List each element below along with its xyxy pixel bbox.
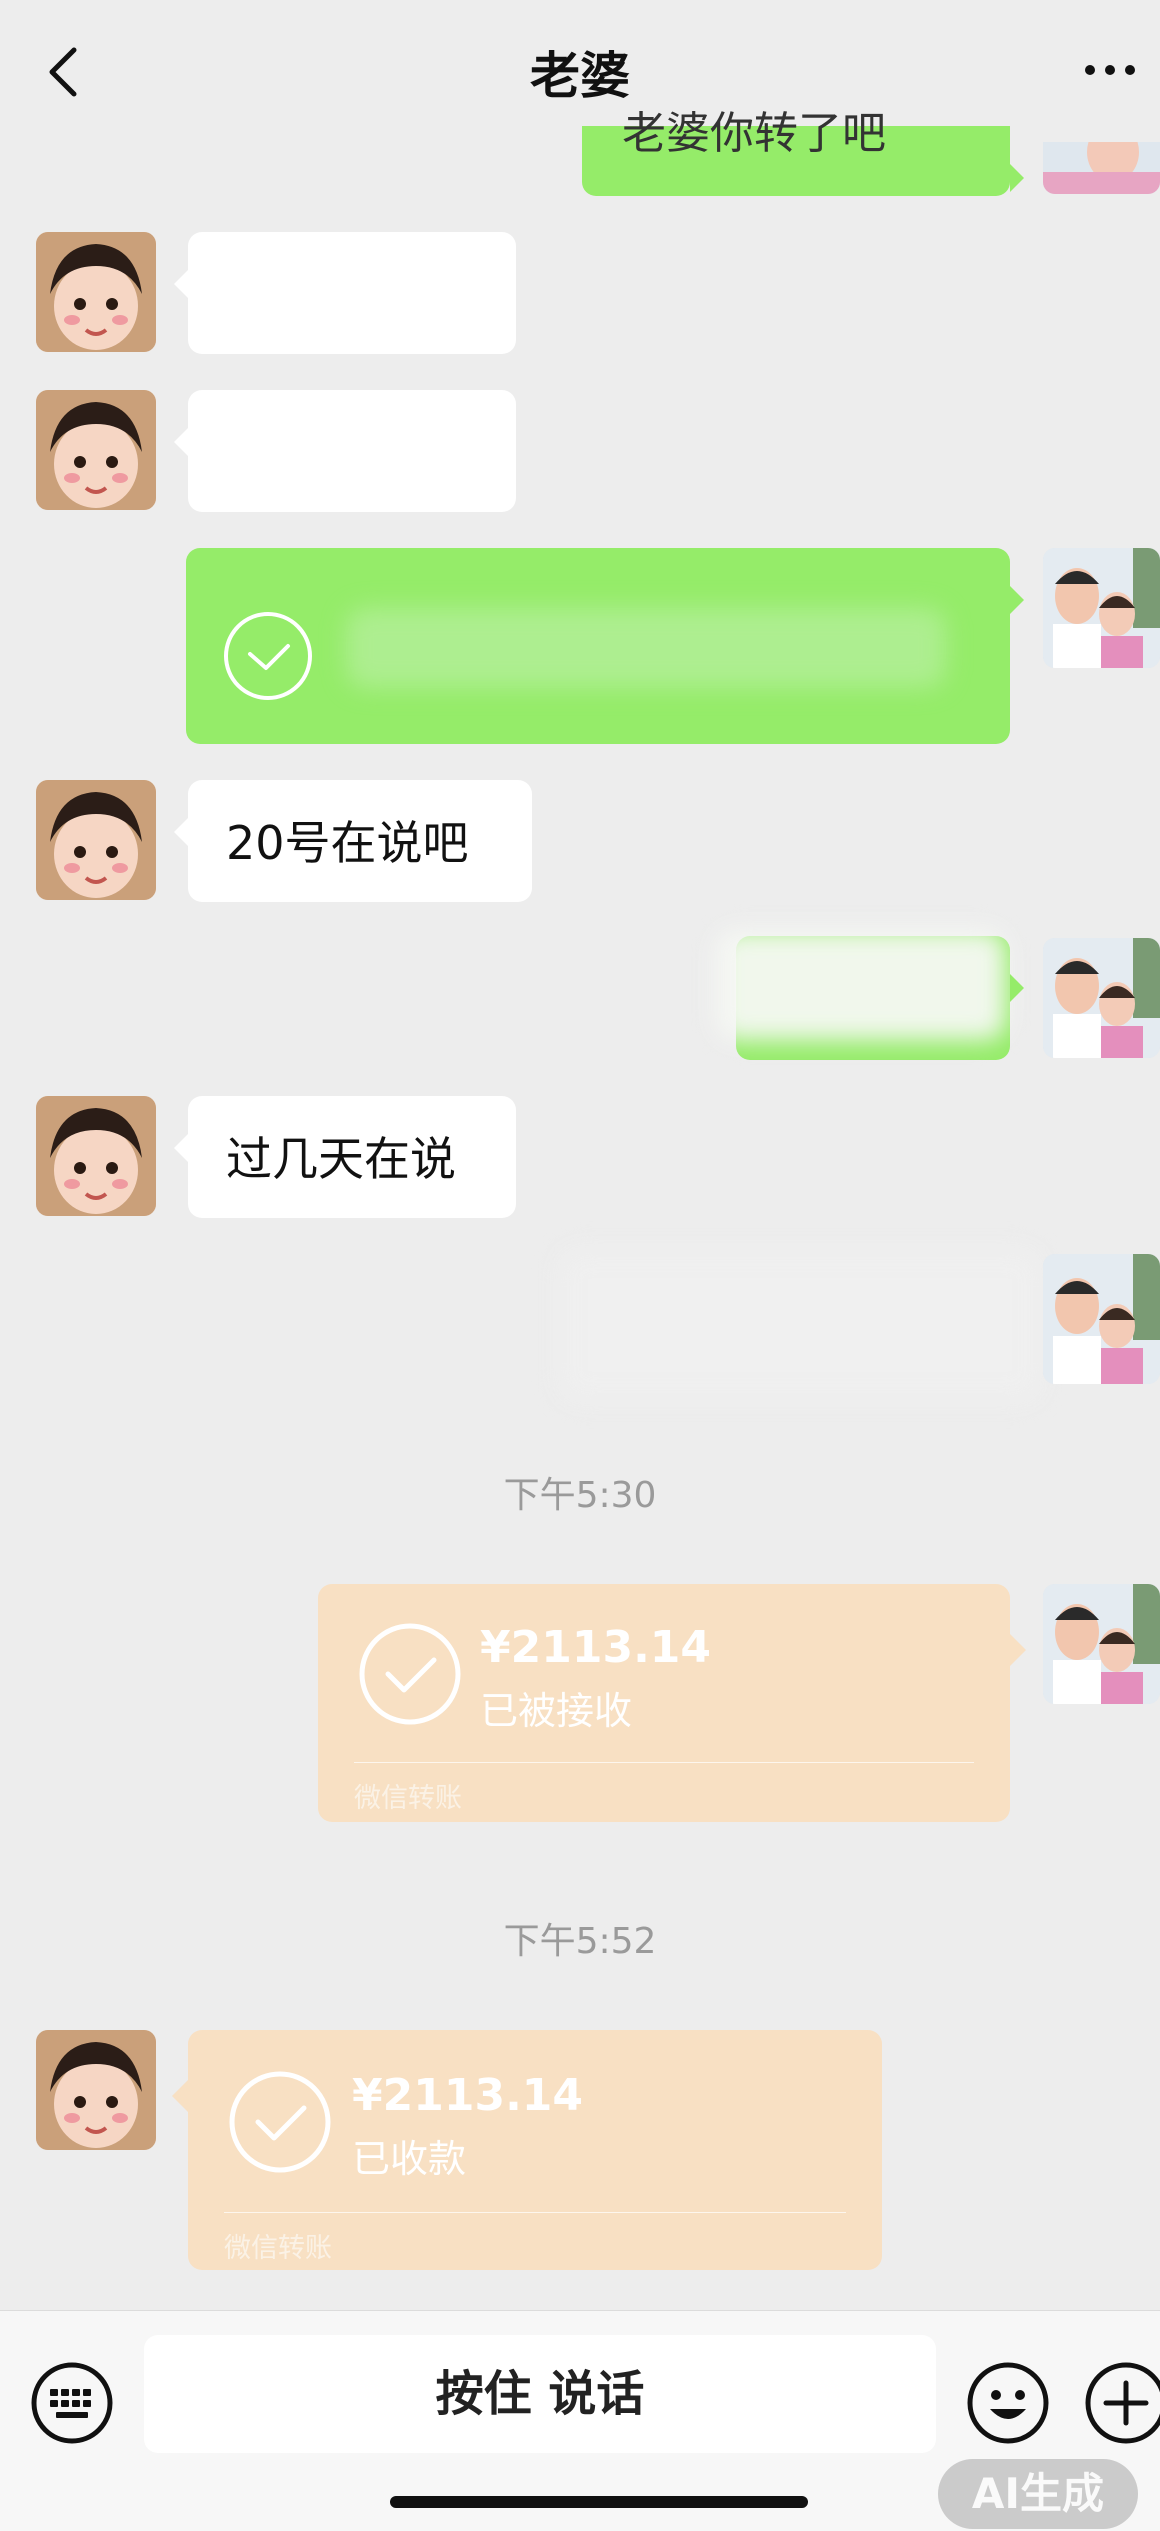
- transfer-status: 已被接收: [480, 1689, 633, 1733]
- avatar-contact[interactable]: [36, 780, 156, 900]
- chat-header: 老婆: [0, 0, 1160, 142]
- message-incoming-blurred[interactable]: [174, 390, 516, 512]
- blur-overlay: [218, 262, 478, 322]
- circle-check-icon: [224, 612, 312, 700]
- ai-generated-watermark: AI生成: [938, 2459, 1138, 2529]
- more-dots-icon[interactable]: [1080, 50, 1150, 90]
- transfer-status: 已收款: [352, 2137, 467, 2181]
- hold-to-talk-button[interactable]: 按住 说话: [144, 2335, 936, 2453]
- avatar-self[interactable]: [1043, 548, 1160, 668]
- avatar-contact[interactable]: [36, 232, 156, 352]
- message-incoming-blurred[interactable]: [174, 232, 516, 354]
- message-outgoing-blurred[interactable]: [186, 548, 1024, 744]
- avatar-self[interactable]: [1043, 142, 1160, 194]
- message-incoming[interactable]: 过几天在说: [174, 1096, 516, 1218]
- divider: [354, 1762, 974, 1763]
- plus-circle-icon[interactable]: [1082, 2359, 1160, 2447]
- timestamp: 下午5:52: [503, 1921, 657, 1962]
- message-outgoing-blurred[interactable]: [560, 1250, 1040, 1400]
- transfer-label: 微信转账: [224, 2233, 332, 2264]
- avatar-self[interactable]: [1043, 1584, 1160, 1704]
- keyboard-icon[interactable]: [28, 2359, 116, 2447]
- avatar-contact[interactable]: [36, 2030, 156, 2150]
- blur-overlay: [218, 420, 478, 480]
- check-circle-icon: [229, 2071, 331, 2173]
- message-outgoing[interactable]: 老婆你转了吧: [582, 112, 1024, 196]
- message-text: 20号在说吧: [226, 816, 469, 870]
- message-incoming[interactable]: 20号在说吧: [174, 780, 532, 902]
- timestamp: 下午5:30: [503, 1475, 657, 1516]
- transfer-card-incoming[interactable]: ¥2113.14 已收款 微信转账: [172, 2030, 882, 2270]
- transfer-amount: ¥2113.14: [480, 1622, 712, 1673]
- blur-overlay: [346, 608, 946, 688]
- avatar-self[interactable]: [1043, 1254, 1160, 1384]
- check-circle-icon: [359, 1623, 461, 1725]
- divider: [224, 2212, 846, 2213]
- transfer-label: 微信转账: [354, 1783, 462, 1814]
- transfer-card-outgoing[interactable]: ¥2113.14 已被接收 微信转账: [318, 1584, 1026, 1822]
- avatar-contact[interactable]: [36, 390, 156, 510]
- chat-title: 老婆: [530, 47, 630, 105]
- message-text: 老婆你转了吧: [622, 108, 886, 159]
- avatar-contact[interactable]: [36, 1096, 156, 1216]
- message-text: 过几天在说: [226, 1132, 456, 1186]
- message-outgoing-blurred[interactable]: [716, 930, 1024, 1060]
- home-indicator[interactable]: [390, 2496, 808, 2508]
- avatar-self[interactable]: [1043, 938, 1160, 1058]
- blur-overlay: [716, 930, 1006, 1040]
- transfer-amount: ¥2113.14: [352, 2070, 584, 2121]
- emoji-icon[interactable]: [964, 2359, 1052, 2447]
